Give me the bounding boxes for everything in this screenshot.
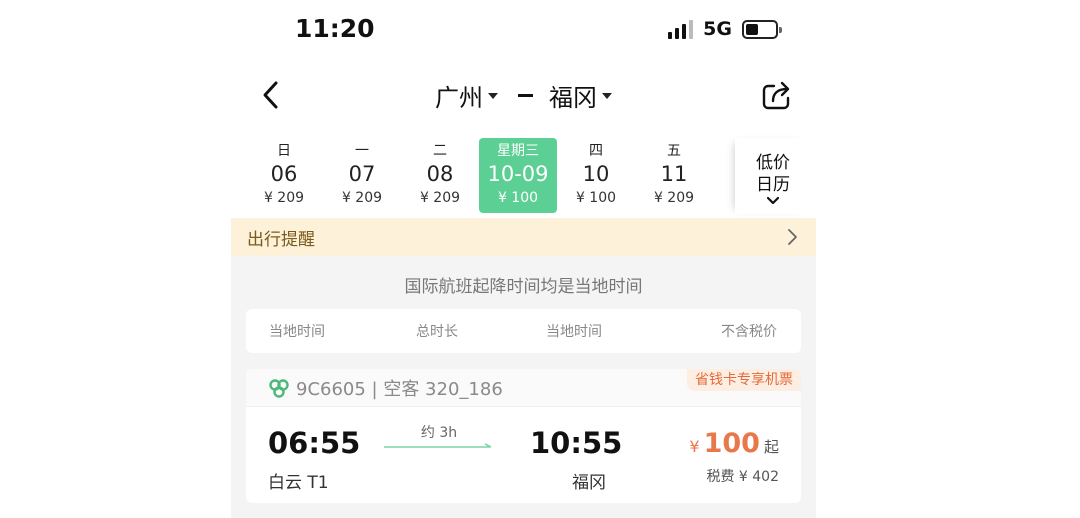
share-icon[interactable]: [760, 78, 794, 112]
column-dep-local-time: 当地时间: [269, 324, 325, 340]
date-weekday: 一: [355, 143, 369, 159]
duration-arrow-icon: [384, 443, 492, 448]
departure-time: 06:55: [268, 426, 361, 460]
date-item[interactable]: 一 07 ¥ 209: [323, 138, 401, 213]
reminder-label: 出行提醒: [247, 229, 315, 250]
date-weekday: 五: [667, 143, 681, 159]
date-day: 10: [582, 162, 610, 186]
column-header: 当地时间 总时长 当地时间 不含税价: [246, 309, 801, 353]
flight-search-app: 11:20 5G 广州 福冈 日 06 ¥ 209 一 07 ¥ 209 二 0…: [231, 0, 816, 518]
route-title: 广州 福冈: [231, 78, 816, 113]
international-time-note: 国际航班起降时间均是当地时间: [404, 277, 643, 297]
date-weekday: 星期三: [497, 143, 539, 159]
price-suffix: 起: [763, 438, 779, 456]
date-price: ¥ 209: [263, 190, 305, 206]
caret-down-icon: [488, 92, 498, 99]
price-amount: 100: [703, 428, 760, 459]
to-city-selector[interactable]: 福冈: [549, 78, 612, 113]
date-item-selected[interactable]: 星期三 10-09 ¥ 100: [479, 138, 557, 213]
flight-duration: 约 3h: [420, 425, 458, 441]
to-city: 福冈: [549, 84, 597, 112]
date-price: ¥ 209: [341, 190, 383, 206]
chevron-down-icon: [766, 196, 780, 205]
departure-airport: 白云 T1: [268, 473, 329, 493]
date-weekday: 四: [589, 143, 603, 159]
chevron-right-icon: [788, 229, 797, 245]
caret-down-icon: [602, 92, 612, 99]
date-day: 11: [660, 162, 688, 186]
date-day: 06: [270, 162, 298, 186]
date-item[interactable]: 四 10 ¥ 100: [557, 138, 635, 213]
date-day: 08: [426, 162, 454, 186]
flight-card-header: 9C6605 | 空客 320_186 省钱卡专享机票: [246, 369, 801, 407]
calendar-label-2: 日历: [756, 175, 790, 195]
date-day: 07: [348, 162, 376, 186]
date-price: ¥ 209: [419, 190, 461, 206]
low-price-calendar-button[interactable]: 低价 日历: [735, 138, 811, 214]
flight-code: 9C6605 | 空客 320_186: [296, 378, 503, 400]
airline-logo-icon: [269, 378, 289, 398]
date-price: ¥ 100: [575, 190, 617, 206]
status-indicators: 5G: [668, 18, 782, 40]
date-day: 10-09: [487, 162, 549, 186]
travel-reminder-bar[interactable]: 出行提醒: [231, 218, 816, 256]
arrival-time: 10:55: [530, 426, 623, 460]
from-city: 广州: [435, 84, 483, 112]
tax-fee: 税费 ¥ 402: [706, 469, 779, 485]
column-price-excl-tax: 不含税价: [721, 324, 777, 340]
date-item[interactable]: 五 11 ¥ 209: [635, 138, 713, 213]
from-city-selector[interactable]: 广州: [435, 78, 498, 113]
date-weekday: 二: [433, 143, 447, 159]
column-arr-local-time: 当地时间: [546, 324, 602, 340]
date-item[interactable]: 日 06 ¥ 209: [245, 138, 323, 213]
flight-card[interactable]: 9C6605 | 空客 320_186 省钱卡专享机票 06:55 白云 T1 …: [246, 369, 801, 503]
date-strip: 日 06 ¥ 209 一 07 ¥ 209 二 08 ¥ 209 星期三 10-…: [245, 138, 735, 214]
route-dash: [518, 94, 533, 97]
column-total-duration: 总时长: [416, 324, 458, 340]
arrival-airport: 福冈: [572, 473, 606, 493]
date-price: ¥ 100: [497, 190, 539, 206]
status-time: 11:20: [295, 14, 375, 43]
date-item[interactable]: 二 08 ¥ 209: [401, 138, 479, 213]
promo-badge: 省钱卡专享机票: [687, 369, 801, 391]
battery-icon: [742, 19, 782, 39]
date-price: ¥ 209: [653, 190, 695, 206]
flight-price: ¥ 100 起: [689, 428, 779, 459]
price-currency: ¥: [689, 437, 700, 456]
signal-icon: [668, 19, 694, 39]
date-weekday: 日: [277, 143, 291, 159]
network-label: 5G: [703, 18, 732, 40]
calendar-label-1: 低价: [756, 153, 790, 173]
